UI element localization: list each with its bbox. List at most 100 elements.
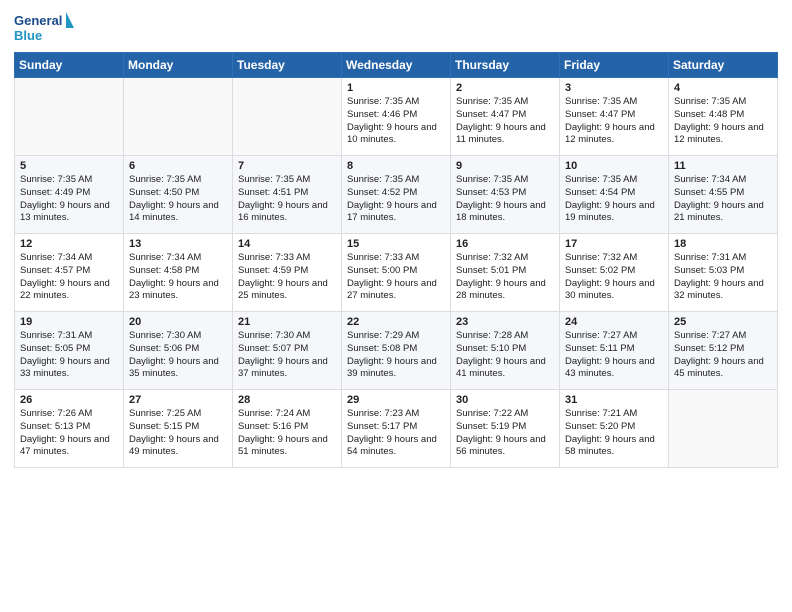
calendar-cell: 30 Sunrise: 7:22 AM Sunset: 5:19 PM Dayli… (451, 390, 560, 468)
day-number: 27 (129, 394, 227, 406)
day-number: 7 (238, 160, 336, 172)
calendar-cell: 6 Sunrise: 7:35 AM Sunset: 4:50 PM Daylig… (124, 156, 233, 234)
day-number: 15 (347, 238, 445, 250)
calendar-cell: 28 Sunrise: 7:24 AM Sunset: 5:16 PM Dayli… (233, 390, 342, 468)
day-detail: Sunrise: 7:35 AM Sunset: 4:54 PM Dayligh… (565, 174, 663, 225)
calendar-cell: 12 Sunrise: 7:34 AM Sunset: 4:57 PM Dayli… (15, 234, 124, 312)
day-number: 12 (20, 238, 118, 250)
day-number: 19 (20, 316, 118, 328)
day-number: 9 (456, 160, 554, 172)
calendar-cell: 20 Sunrise: 7:30 AM Sunset: 5:06 PM Dayli… (124, 312, 233, 390)
calendar-cell: 5Sunrise: 7:35 AM Sunset: 4:49 PM Daylig… (15, 156, 124, 234)
day-detail: Sunrise: 7:23 AM Sunset: 5:17 PM Dayligh… (347, 408, 445, 459)
calendar-cell: 1 Sunrise: 7:35 AM Sunset: 4:46 PM Daylig… (342, 78, 451, 156)
day-detail: Sunrise: 7:30 AM Sunset: 5:06 PM Dayligh… (129, 330, 227, 381)
calendar-cell: 14 Sunrise: 7:33 AM Sunset: 4:59 PM Dayli… (233, 234, 342, 312)
day-number: 11 (674, 160, 772, 172)
day-number: 8 (347, 160, 445, 172)
day-detail: Sunrise: 7:35 AM Sunset: 4:51 PM Dayligh… (238, 174, 336, 225)
day-detail: Sunrise: 7:35 AM Sunset: 4:53 PM Dayligh… (456, 174, 554, 225)
weekday-header-sunday: Sunday (15, 53, 124, 78)
day-detail: Sunrise: 7:22 AM Sunset: 5:19 PM Dayligh… (456, 408, 554, 459)
day-detail: Sunrise: 7:30 AM Sunset: 5:07 PM Dayligh… (238, 330, 336, 381)
day-detail: Sunrise: 7:27 AM Sunset: 5:11 PM Dayligh… (565, 330, 663, 381)
day-number: 28 (238, 394, 336, 406)
svg-text:General: General (14, 13, 62, 28)
day-number: 17 (565, 238, 663, 250)
calendar-cell: 2 Sunrise: 7:35 AM Sunset: 4:47 PM Daylig… (451, 78, 560, 156)
calendar-cell: 10 Sunrise: 7:35 AM Sunset: 4:54 PM Dayli… (560, 156, 669, 234)
calendar-cell: 3 Sunrise: 7:35 AM Sunset: 4:47 PM Daylig… (560, 78, 669, 156)
calendar-cell (669, 390, 778, 468)
day-detail: Sunrise: 7:34 AM Sunset: 4:55 PM Dayligh… (674, 174, 772, 225)
calendar-cell: 23 Sunrise: 7:28 AM Sunset: 5:10 PM Dayli… (451, 312, 560, 390)
calendar-cell (15, 78, 124, 156)
logo-svg: General Blue (14, 10, 74, 46)
day-number: 20 (129, 316, 227, 328)
calendar-cell: 18 Sunrise: 7:31 AM Sunset: 5:03 PM Dayli… (669, 234, 778, 312)
day-detail: Sunrise: 7:26 AM Sunset: 5:13 PM Dayligh… (20, 408, 118, 459)
weekday-header-monday: Monday (124, 53, 233, 78)
calendar-cell (233, 78, 342, 156)
day-number: 4 (674, 82, 772, 94)
day-number: 18 (674, 238, 772, 250)
week-row-3: 12 Sunrise: 7:34 AM Sunset: 4:57 PM Dayli… (15, 234, 778, 312)
day-number: 29 (347, 394, 445, 406)
day-number: 16 (456, 238, 554, 250)
day-detail: Sunrise: 7:32 AM Sunset: 5:02 PM Dayligh… (565, 252, 663, 303)
week-row-5: 26Sunrise: 7:26 AM Sunset: 5:13 PM Dayli… (15, 390, 778, 468)
day-number: 1 (347, 82, 445, 94)
header: General Blue (14, 10, 778, 46)
day-detail: Sunrise: 7:25 AM Sunset: 5:15 PM Dayligh… (129, 408, 227, 459)
day-number: 13 (129, 238, 227, 250)
weekday-header-wednesday: Wednesday (342, 53, 451, 78)
day-detail: Sunrise: 7:35 AM Sunset: 4:49 PM Dayligh… (20, 174, 118, 225)
weekday-header-thursday: Thursday (451, 53, 560, 78)
day-number: 24 (565, 316, 663, 328)
day-number: 6 (129, 160, 227, 172)
weekday-header-tuesday: Tuesday (233, 53, 342, 78)
weekday-header-friday: Friday (560, 53, 669, 78)
day-number: 23 (456, 316, 554, 328)
calendar-cell: 29 Sunrise: 7:23 AM Sunset: 5:17 PM Dayli… (342, 390, 451, 468)
day-number: 14 (238, 238, 336, 250)
calendar-cell: 21Sunrise: 7:30 AM Sunset: 5:07 PM Dayli… (233, 312, 342, 390)
day-number: 30 (456, 394, 554, 406)
week-row-2: 5Sunrise: 7:35 AM Sunset: 4:49 PM Daylig… (15, 156, 778, 234)
week-row-4: 19Sunrise: 7:31 AM Sunset: 5:05 PM Dayli… (15, 312, 778, 390)
day-number: 10 (565, 160, 663, 172)
day-detail: Sunrise: 7:35 AM Sunset: 4:46 PM Dayligh… (347, 96, 445, 147)
calendar-cell: 19Sunrise: 7:31 AM Sunset: 5:05 PM Dayli… (15, 312, 124, 390)
logo: General Blue (14, 10, 74, 46)
calendar-cell: 7 Sunrise: 7:35 AM Sunset: 4:51 PM Daylig… (233, 156, 342, 234)
calendar-cell: 15Sunrise: 7:33 AM Sunset: 5:00 PM Dayli… (342, 234, 451, 312)
svg-text:Blue: Blue (14, 28, 42, 43)
day-detail: Sunrise: 7:32 AM Sunset: 5:01 PM Dayligh… (456, 252, 554, 303)
day-detail: Sunrise: 7:34 AM Sunset: 4:58 PM Dayligh… (129, 252, 227, 303)
day-detail: Sunrise: 7:35 AM Sunset: 4:52 PM Dayligh… (347, 174, 445, 225)
day-detail: Sunrise: 7:35 AM Sunset: 4:50 PM Dayligh… (129, 174, 227, 225)
day-detail: Sunrise: 7:34 AM Sunset: 4:57 PM Dayligh… (20, 252, 118, 303)
day-detail: Sunrise: 7:29 AM Sunset: 5:08 PM Dayligh… (347, 330, 445, 381)
day-detail: Sunrise: 7:21 AM Sunset: 5:20 PM Dayligh… (565, 408, 663, 459)
weekday-header-row: SundayMondayTuesdayWednesdayThursdayFrid… (15, 53, 778, 78)
week-row-1: 1 Sunrise: 7:35 AM Sunset: 4:46 PM Daylig… (15, 78, 778, 156)
calendar-cell: 27 Sunrise: 7:25 AM Sunset: 5:15 PM Dayli… (124, 390, 233, 468)
day-detail: Sunrise: 7:31 AM Sunset: 5:03 PM Dayligh… (674, 252, 772, 303)
day-detail: Sunrise: 7:27 AM Sunset: 5:12 PM Dayligh… (674, 330, 772, 381)
day-detail: Sunrise: 7:33 AM Sunset: 4:59 PM Dayligh… (238, 252, 336, 303)
calendar-cell: 24 Sunrise: 7:27 AM Sunset: 5:11 PM Dayli… (560, 312, 669, 390)
day-detail: Sunrise: 7:24 AM Sunset: 5:16 PM Dayligh… (238, 408, 336, 459)
calendar-cell: 4Sunrise: 7:35 AM Sunset: 4:48 PM Daylig… (669, 78, 778, 156)
calendar-table: SundayMondayTuesdayWednesdayThursdayFrid… (14, 52, 778, 468)
calendar-cell: 31Sunrise: 7:21 AM Sunset: 5:20 PM Dayli… (560, 390, 669, 468)
day-number: 3 (565, 82, 663, 94)
day-detail: Sunrise: 7:35 AM Sunset: 4:47 PM Dayligh… (565, 96, 663, 147)
calendar-cell: 13 Sunrise: 7:34 AM Sunset: 4:58 PM Dayli… (124, 234, 233, 312)
day-number: 22 (347, 316, 445, 328)
day-number: 2 (456, 82, 554, 94)
calendar-cell: 25Sunrise: 7:27 AM Sunset: 5:12 PM Dayli… (669, 312, 778, 390)
day-detail: Sunrise: 7:28 AM Sunset: 5:10 PM Dayligh… (456, 330, 554, 381)
day-detail: Sunrise: 7:35 AM Sunset: 4:47 PM Dayligh… (456, 96, 554, 147)
calendar-cell: 17 Sunrise: 7:32 AM Sunset: 5:02 PM Dayli… (560, 234, 669, 312)
